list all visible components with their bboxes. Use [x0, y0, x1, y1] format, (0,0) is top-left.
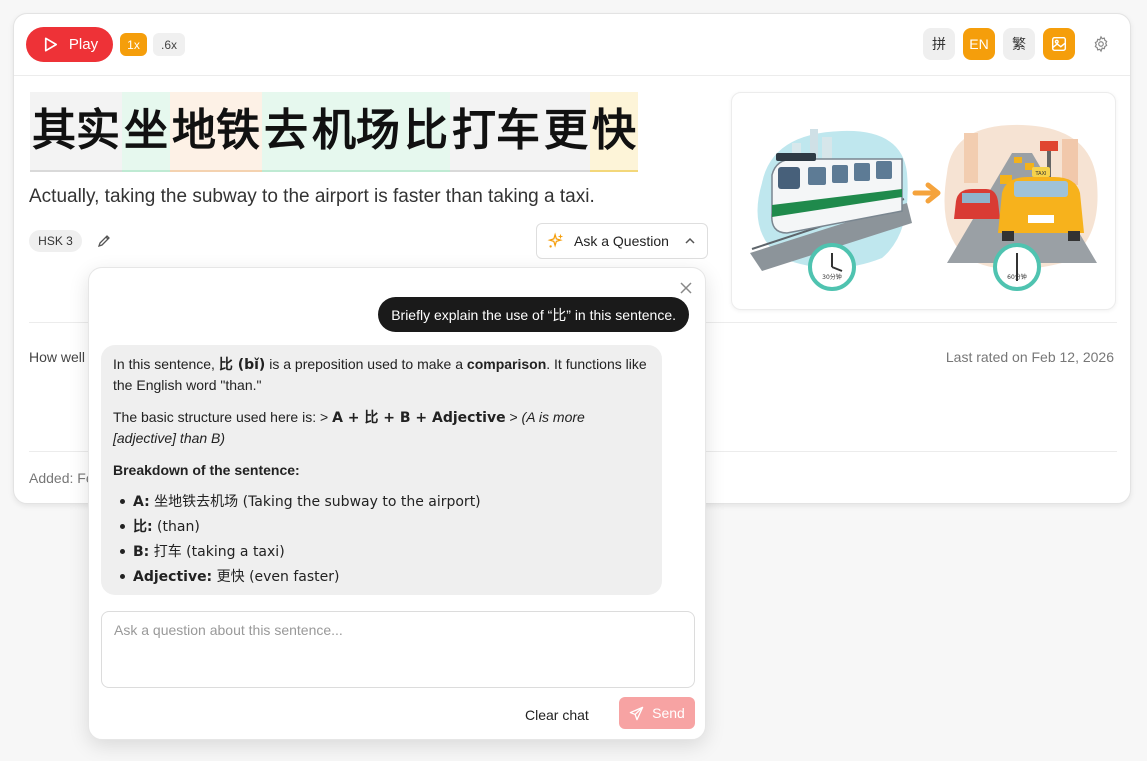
- word-chip[interactable]: 机场: [310, 92, 402, 172]
- list-item-text: 更快 (even faster): [212, 569, 340, 585]
- word-chip[interactable]: 地铁: [170, 92, 262, 172]
- list-item: A: 坐地铁去机场 (Taking the subway to the airp…: [113, 491, 650, 512]
- answer-bold: 比 (bǐ): [218, 357, 266, 373]
- assistant-message: In this sentence, 比 (bǐ) is a prepositio…: [101, 345, 662, 595]
- play-icon: [44, 37, 57, 52]
- list-item-text: 打车 (taking a taxi): [149, 544, 285, 560]
- word-text: 地铁: [172, 105, 260, 156]
- sentence-hanzi: 其实坐地铁去机场比打车更快: [30, 92, 638, 172]
- word-text: 比: [404, 105, 448, 156]
- word-chip[interactable]: 打车: [450, 92, 542, 172]
- play-label: Play: [68, 36, 99, 53]
- word-text: 机场: [312, 105, 400, 156]
- word-chip[interactable]: 快: [590, 92, 638, 172]
- word-chip[interactable]: 比: [402, 92, 450, 172]
- sentence-translation: Actually, taking the subway to the airpo…: [29, 186, 595, 207]
- illustration-svg: 30分钟 TAXI 60分钟: [750, 124, 1098, 291]
- breakdown-list: A: 坐地铁去机场 (Taking the subway to the airp…: [113, 491, 650, 587]
- taxi-sign-label: TAXI: [1035, 171, 1047, 177]
- speed-0.6x-button[interactable]: .6x: [153, 33, 185, 56]
- hsk-badge: HSK 3: [29, 230, 82, 252]
- answer-text: The basic structure used here is: >: [113, 409, 333, 425]
- ask-question-popover: Briefly explain the use of “比” in this s…: [88, 267, 706, 740]
- list-item-text: 坐地铁去机场 (Taking the subway to the airport…: [149, 494, 481, 510]
- word-chip[interactable]: 去: [262, 92, 310, 172]
- list-item-text: (than): [152, 519, 200, 535]
- image-toggle[interactable]: [1043, 28, 1075, 60]
- word-chip[interactable]: 其实: [30, 92, 122, 172]
- answer-bold: Breakdown of the sentence:: [113, 462, 300, 478]
- answer-paragraph-2: The basic structure used here is: > A + …: [113, 407, 650, 448]
- close-icon[interactable]: [679, 281, 693, 295]
- word-text: 打车: [452, 105, 540, 156]
- list-item-label: B:: [133, 544, 150, 560]
- answer-text: >: [505, 409, 522, 425]
- last-rated-text: Last rated on Feb 12, 2026: [945, 349, 1114, 365]
- english-toggle[interactable]: EN: [963, 28, 995, 60]
- traditional-toggle[interactable]: 繁: [1003, 28, 1035, 60]
- answer-bold: comparison: [466, 356, 547, 372]
- question-input[interactable]: [101, 611, 695, 688]
- send-button[interactable]: Send: [619, 697, 695, 729]
- list-item: 比: (than): [113, 516, 650, 537]
- word-text: 快: [592, 105, 636, 156]
- answer-bold: A + 比 + B + Adjective: [332, 410, 506, 426]
- added-date: Added: Fe: [29, 470, 94, 486]
- settings-button[interactable]: [1085, 28, 1117, 60]
- list-item-label: A:: [133, 494, 150, 510]
- ask-question-label: Ask a Question: [574, 233, 669, 249]
- sentence-illustration: 30分钟 TAXI 60分钟: [731, 92, 1116, 310]
- user-message: Briefly explain the use of “比” in this s…: [378, 297, 689, 332]
- chevron-up-icon: [685, 237, 695, 244]
- answer-text: is a preposition used to make a: [265, 356, 467, 372]
- word-text: 更: [544, 105, 588, 156]
- ask-question-button[interactable]: Ask a Question: [536, 223, 708, 259]
- list-item: B: 打车 (taking a taxi): [113, 541, 650, 562]
- word-text: 其实: [32, 105, 120, 156]
- word-chip[interactable]: 坐: [122, 92, 170, 172]
- word-text: 坐: [124, 105, 168, 156]
- play-button[interactable]: Play: [26, 27, 113, 62]
- list-item-label: 比:: [133, 519, 153, 535]
- toolbar: Play 1x .6x 拼 EN 繁: [14, 14, 1130, 76]
- rating-prompt: How well: [29, 349, 86, 365]
- word-text: 去: [264, 105, 308, 156]
- answer-paragraph-1: In this sentence, 比 (bǐ) is a prepositio…: [113, 354, 650, 395]
- word-chip[interactable]: 更: [542, 92, 590, 172]
- clock-1-label: 30分钟: [822, 273, 842, 281]
- speed-1x-button[interactable]: 1x: [120, 33, 147, 56]
- pinyin-toggle[interactable]: 拼: [923, 28, 955, 60]
- answer-text: In this sentence,: [113, 356, 219, 372]
- send-icon: [629, 706, 644, 720]
- send-label: Send: [652, 705, 685, 721]
- pencil-icon[interactable]: [96, 233, 112, 249]
- answer-paragraph-3: Breakdown of the sentence:: [113, 460, 650, 480]
- image-icon: [1051, 36, 1067, 52]
- clock-2-label: 60分钟: [1007, 273, 1027, 281]
- list-item: Adjective: 更快 (even faster): [113, 566, 650, 587]
- sparkle-icon: [547, 232, 564, 248]
- gear-icon: [1094, 35, 1108, 53]
- clear-chat-button[interactable]: Clear chat: [525, 700, 589, 730]
- list-item-label: Adjective:: [133, 569, 213, 585]
